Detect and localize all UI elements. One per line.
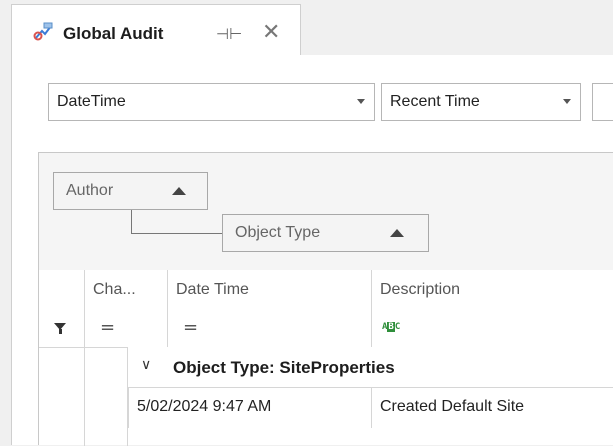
audit-panel: DateTime Recent Time Author Object Type …: [11, 55, 613, 446]
table-row[interactable]: 5/02/2024 9:47 AM Created Default Site: [128, 388, 613, 428]
tab-global-audit[interactable]: Global Audit ⊣⊢ ✕: [11, 4, 301, 56]
cell-description: Created Default Site: [372, 388, 613, 428]
field-dropdown[interactable]: DateTime: [48, 83, 375, 121]
group-box-object-type[interactable]: Object Type: [222, 214, 429, 252]
equals-operator-icon: =: [183, 317, 199, 338]
chevron-down-icon[interactable]: ∨: [141, 357, 151, 373]
column-header-description[interactable]: Description: [372, 270, 613, 310]
sort-ascending-icon: [390, 229, 404, 237]
chevron-down-icon: [563, 99, 571, 104]
filter-icon-stem: [59, 329, 62, 334]
equals-operator-icon: =: [100, 317, 116, 338]
third-dropdown[interactable]: [592, 83, 613, 121]
audit-grid: Author Object Type Cha... Date Time Desc…: [38, 152, 613, 446]
cell-date-time: 5/02/2024 9:47 AM: [128, 388, 372, 428]
cell-text: Created Default Site: [380, 398, 525, 415]
group-box-label: Author: [66, 182, 114, 199]
column-header-date-time[interactable]: Date Time: [168, 270, 372, 310]
group-indent-inner: [85, 347, 128, 446]
filter-cell-change[interactable]: =: [85, 310, 168, 347]
group-indent-outer: [39, 347, 85, 446]
group-connector: [131, 210, 223, 234]
indicator-header: [39, 270, 85, 310]
chevron-down-icon: [357, 99, 365, 104]
field-dropdown-value: DateTime: [57, 93, 126, 110]
column-header-row: Cha... Date Time Description: [39, 270, 613, 311]
filter-indicator-cell: [39, 310, 85, 347]
group-row-label: Object Type: SiteProperties: [173, 358, 395, 377]
column-header-change[interactable]: Cha...: [85, 270, 168, 310]
tab-strip: Global Audit ⊣⊢ ✕: [0, 0, 613, 56]
group-by-panel: Author Object Type: [39, 153, 613, 271]
close-icon[interactable]: ✕: [262, 20, 280, 45]
sort-ascending-icon: [172, 187, 186, 195]
column-header-label: Date Time: [176, 281, 249, 298]
column-header-label: Description: [380, 281, 461, 298]
filter-cell-description[interactable]: ABC: [372, 310, 613, 347]
auto-filter-row: = = ABC: [39, 310, 613, 348]
group-box-label: Object Type: [235, 224, 321, 241]
range-dropdown[interactable]: Recent Time: [381, 83, 581, 121]
group-box-author[interactable]: Author: [53, 172, 208, 210]
range-dropdown-value: Recent Time: [390, 93, 480, 110]
pin-icon[interactable]: ⊣⊢: [216, 25, 242, 43]
column-header-label: Cha...: [93, 281, 136, 298]
cell-text: 5/02/2024 9:47 AM: [137, 398, 272, 415]
global-audit-icon: [32, 21, 54, 43]
tab-title: Global Audit: [63, 24, 164, 43]
text-filter-icon: ABC: [382, 322, 401, 332]
filter-cell-date-time[interactable]: =: [168, 310, 372, 347]
